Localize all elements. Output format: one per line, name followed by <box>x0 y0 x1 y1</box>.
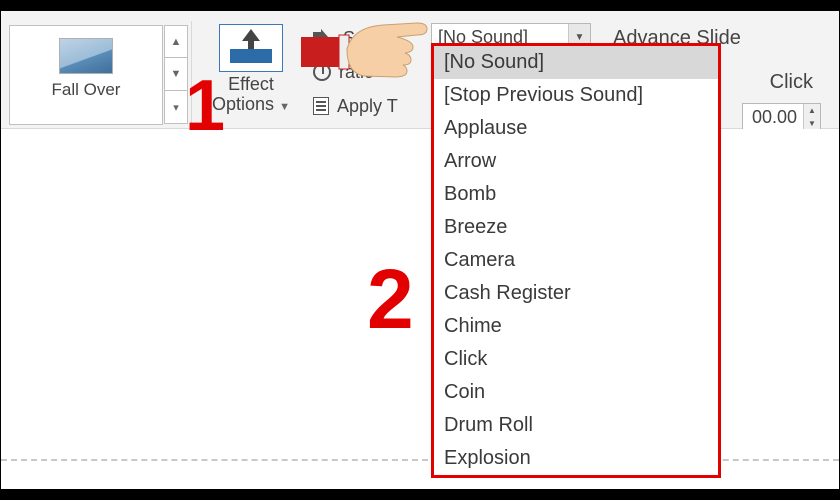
effect-options-icon <box>219 24 283 72</box>
after-time-row: 00.00 ▲ ▼ <box>742 103 821 131</box>
transition-gallery: Fall Over ▲ ▼ ▾ <box>9 25 189 125</box>
sound-option[interactable]: Explosion <box>434 442 718 475</box>
chevron-down-icon: ▼ <box>279 101 290 113</box>
sound-option[interactable]: Cash Register <box>434 277 718 310</box>
transition-thumbnail <box>59 38 113 74</box>
apply-all-icon <box>313 97 329 115</box>
apply-to-all-row[interactable]: Apply T <box>311 89 398 123</box>
pointing-hand-icon <box>301 7 431 79</box>
sound-option[interactable]: Breeze <box>434 211 718 244</box>
sound-option[interactable]: Camera <box>434 244 718 277</box>
sound-option[interactable]: Arrow <box>434 145 718 178</box>
sound-option[interactable]: Drum Roll <box>434 409 718 442</box>
transition-label: Fall Over <box>10 80 162 100</box>
sound-option[interactable]: Chime <box>434 310 718 343</box>
effect-options-label-1: Effect <box>228 74 274 94</box>
on-mouse-click-label: Click <box>770 71 813 94</box>
after-time-spinner[interactable]: 00.00 ▲ ▼ <box>742 103 821 131</box>
sound-option[interactable]: Coin <box>434 376 718 409</box>
apply-all-label: Apply T <box>337 96 398 117</box>
annotation-step-2: 2 <box>367 251 414 348</box>
gallery-up-button[interactable]: ▲ <box>164 25 188 58</box>
sound-dropdown-list[interactable]: [No Sound][Stop Previous Sound]ApplauseA… <box>431 43 721 478</box>
annotation-step-1: 1 <box>185 65 225 147</box>
sound-option[interactable]: [Stop Previous Sound] <box>434 79 718 112</box>
spinner-up-button[interactable]: ▲ <box>804 104 820 117</box>
after-time-value: 00.00 <box>743 107 803 128</box>
sound-option[interactable]: Bomb <box>434 178 718 211</box>
sound-option[interactable]: Applause <box>434 112 718 145</box>
transition-fall-over[interactable]: Fall Over <box>9 25 163 125</box>
sound-option[interactable]: [No Sound] <box>434 46 718 79</box>
sound-option[interactable]: Click <box>434 343 718 376</box>
